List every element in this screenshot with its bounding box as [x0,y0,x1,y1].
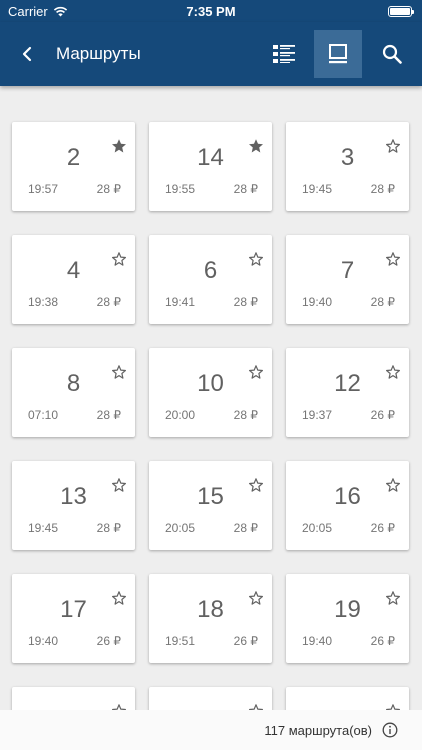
route-time: 20:00 [165,408,196,422]
back-button[interactable] [0,22,56,86]
route-time: 19:40 [302,634,333,648]
star-outline-icon[interactable] [385,477,401,493]
star-outline-icon[interactable] [385,364,401,380]
star-outline-icon[interactable] [248,251,264,267]
search-button[interactable] [368,30,416,78]
route-card[interactable]: 14 19:55 28 ₽ [149,122,272,211]
route-card[interactable]: 12 19:37 26 ₽ [286,348,409,437]
status-right [292,5,414,17]
list-view-icon [273,45,295,63]
route-price: 28 ₽ [96,521,121,535]
route-price: 26 ₽ [370,521,395,535]
tile-view-button[interactable] [314,30,362,78]
route-time: 19:40 [302,295,333,309]
route-price: 28 ₽ [233,408,258,422]
route-price: 26 ₽ [370,634,395,648]
star-outline-icon[interactable] [385,138,401,154]
star-outline-icon[interactable] [248,477,264,493]
carrier-label: Carrier [8,3,48,19]
route-price: 28 ₽ [96,408,121,422]
route-price: 26 ₽ [370,408,395,422]
route-price: 28 ₽ [233,521,258,535]
route-time: 19:55 [165,182,196,196]
battery-icon [388,5,414,17]
route-card[interactable]: 7 19:40 28 ₽ [286,235,409,324]
star-filled-icon[interactable] [248,138,264,154]
star-outline-icon[interactable] [111,590,127,606]
page-title: Маршруты [56,44,141,63]
tile-view-icon [329,44,347,64]
route-time: 19:45 [28,521,59,535]
route-card[interactable]: 17 19:40 26 ₽ [12,574,135,663]
status-left: Carrier [8,4,128,19]
route-price: 28 ₽ [370,295,395,309]
list-view-button[interactable] [260,30,308,78]
app-bar: Маршруты [0,22,422,86]
route-card[interactable]: 6 19:41 28 ₽ [149,235,272,324]
route-time: 19:38 [28,295,59,309]
route-time: 19:45 [302,182,333,196]
star-outline-icon[interactable] [248,364,264,380]
route-price: 26 ₽ [96,634,121,648]
star-outline-icon[interactable] [111,251,127,267]
route-time: 07:10 [28,408,59,422]
route-card[interactable]: 10 20:00 28 ₽ [149,348,272,437]
route-card[interactable]: 2 19:57 28 ₽ [12,122,135,211]
route-card[interactable]: 18 19:51 26 ₽ [149,574,272,663]
route-time: 20:05 [302,521,333,535]
route-card[interactable]: 3 19:45 28 ₽ [286,122,409,211]
route-card[interactable]: 8 07:10 28 ₽ [12,348,135,437]
route-time: 19:41 [165,295,196,309]
star-outline-icon[interactable] [111,364,127,380]
route-time: 19:40 [28,634,59,648]
star-outline-icon[interactable] [111,477,127,493]
route-card[interactable]: 15 20:05 28 ₽ [149,461,272,550]
route-card[interactable]: 4 19:38 28 ₽ [12,235,135,324]
route-time: 19:57 [28,182,59,196]
route-time: 19:51 [165,634,196,648]
status-bar: Carrier 7:35 PM [0,0,422,22]
route-count: 117 маршрута(ов) [264,722,372,738]
star-outline-icon[interactable] [385,251,401,267]
back-arrow-icon [22,46,32,62]
route-time: 20:05 [165,521,196,535]
route-price: 28 ₽ [96,182,121,196]
route-price: 28 ₽ [370,182,395,196]
footer: 117 маршрута(ов) [0,710,422,750]
route-price: 28 ₽ [233,182,258,196]
route-card[interactable]: 16 20:05 26 ₽ [286,461,409,550]
wifi-icon [53,6,67,16]
star-outline-icon[interactable] [248,590,264,606]
star-outline-icon[interactable] [385,590,401,606]
route-price: 28 ₽ [233,295,258,309]
route-grid: 2 19:57 28 ₽14 19:55 28 ₽3 19:45 28 ₽4 19:38 28 … [12,122,409,750]
star-filled-icon[interactable] [111,138,127,154]
route-card[interactable]: 19 19:40 26 ₽ [286,574,409,663]
info-icon[interactable] [382,722,398,738]
route-price: 28 ₽ [96,295,121,309]
route-price: 26 ₽ [233,634,258,648]
route-time: 19:37 [302,408,333,422]
route-card[interactable]: 13 19:45 28 ₽ [12,461,135,550]
search-icon [382,44,402,64]
